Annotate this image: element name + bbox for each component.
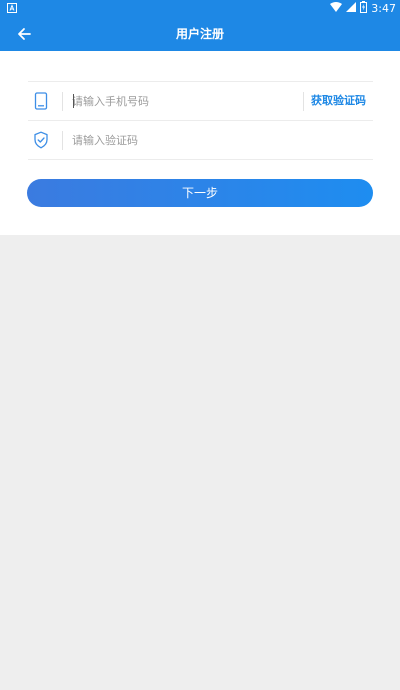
phone-input[interactable] <box>72 91 297 111</box>
app-bar: 用户注册 <box>0 17 400 51</box>
page-title: 用户注册 <box>175 27 224 41</box>
code-input[interactable] <box>72 130 362 150</box>
status-icons: 3:47 <box>330 1 396 16</box>
signal-icon <box>346 2 357 15</box>
text-cursor <box>73 94 74 108</box>
phone-icon <box>31 91 51 111</box>
status-bar: 3:47 <box>0 0 400 17</box>
field-divider <box>62 92 63 111</box>
field-divider <box>62 131 63 150</box>
wifi-icon <box>330 2 343 15</box>
battery-icon <box>360 1 368 16</box>
get-code-button[interactable]: 获取验证码 <box>311 91 373 111</box>
shield-check-icon <box>31 130 51 150</box>
get-code-divider <box>303 92 304 111</box>
notification-a-icon <box>7 3 17 13</box>
register-form: 获取验证码 下一步 <box>0 51 400 235</box>
phone-row: 获取验证码 <box>28 81 373 120</box>
next-step-button[interactable]: 下一步 <box>27 179 373 207</box>
status-time: 3:47 <box>371 2 396 15</box>
code-row <box>28 120 373 160</box>
